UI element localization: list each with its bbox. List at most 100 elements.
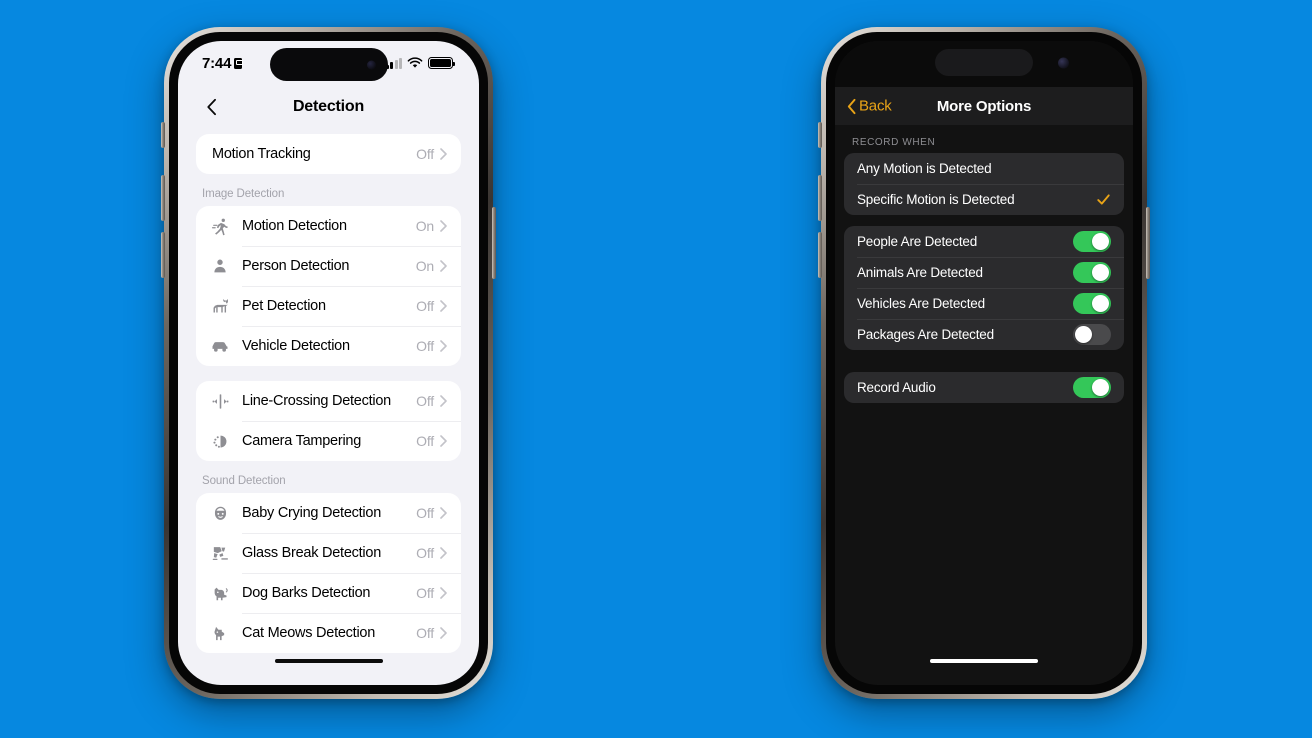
row-person-detection[interactable]: Person Detection On [196, 246, 461, 286]
volume-down-button[interactable] [818, 232, 822, 278]
row-label: Pet Detection [242, 298, 326, 314]
row-value: Off [416, 433, 434, 449]
status-bar-time-group: 7:44 [202, 54, 243, 72]
toggle-row-people[interactable]: People Are Detected [844, 226, 1124, 257]
option-specific-motion[interactable]: Specific Motion is Detected [844, 184, 1124, 215]
detection-toggles-card: People Are Detected Animals Are Detected… [844, 226, 1124, 350]
toggle-label: Record Audio [857, 380, 936, 395]
row-line-crossing-detection[interactable]: Line-Crossing Detection Off [196, 381, 461, 421]
chevron-right-icon [440, 627, 447, 639]
row-label: Vehicle Detection [242, 338, 350, 354]
silent-switch[interactable] [818, 122, 822, 148]
row-label: Camera Tampering [242, 433, 362, 449]
chevron-right-icon [440, 300, 447, 312]
power-button[interactable] [1146, 207, 1150, 279]
volume-up-button[interactable] [161, 175, 165, 221]
row-value: Off [416, 625, 434, 641]
toggle-label: Animals Are Detected [857, 265, 983, 280]
back-button[interactable]: Back [847, 98, 892, 115]
home-indicator-area [835, 659, 1133, 685]
settings-list: Motion Tracking Off Image Detection Moti… [178, 129, 479, 659]
row-glass-break-detection[interactable]: Glass Break Detection Off [196, 533, 461, 573]
home-indicator[interactable] [274, 659, 383, 663]
chevron-left-icon [847, 98, 856, 114]
silent-switch[interactable] [161, 122, 165, 148]
options-list: RECORD WHEN Any Motion is Detected Speci… [835, 125, 1133, 659]
phone-right: Back More Options RECORD WHEN Any Motion… [818, 27, 1150, 699]
toggle-row-animals[interactable]: Animals Are Detected [844, 257, 1124, 288]
option-label: Any Motion is Detected [857, 161, 992, 176]
checkmark-icon [1097, 194, 1110, 205]
settings-card-advanced-detection: Line-Crossing Detection Off Camera Tampe… [196, 381, 461, 461]
settings-card-sound-detection: Baby Crying Detection Off Glass Break De… [196, 493, 461, 653]
running-person-icon [209, 215, 231, 237]
row-camera-tampering[interactable]: Camera Tampering Off [196, 421, 461, 461]
cellular-signal-icon [385, 57, 402, 69]
chevron-right-icon [440, 220, 447, 232]
row-cat-meows-detection[interactable]: Cat Meows Detection Off [196, 613, 461, 653]
lock-portrait-icon [234, 57, 243, 69]
status-bar-time: 7:44 [202, 54, 232, 72]
row-label: Dog Barks Detection [242, 585, 371, 601]
row-dog-barks-detection[interactable]: Dog Barks Detection Off [196, 573, 461, 613]
toggle-row-vehicles[interactable]: Vehicles Are Detected [844, 288, 1124, 319]
volume-down-button[interactable] [161, 232, 165, 278]
option-any-motion[interactable]: Any Motion is Detected [844, 153, 1124, 184]
cat-meowing-icon [209, 622, 231, 644]
record-audio-toggle[interactable] [1073, 377, 1111, 398]
row-motion-tracking[interactable]: Motion Tracking Off [196, 134, 461, 174]
row-label: Motion Detection [242, 218, 347, 234]
toggle-row-packages[interactable]: Packages Are Detected [844, 319, 1124, 350]
row-value: Off [416, 585, 434, 601]
phone-left: 7:44 Detection Motion Tracking Off Image… [161, 27, 496, 699]
section-header-image-detection: Image Detection [202, 188, 285, 200]
record-when-card: Any Motion is Detected Specific Motion i… [844, 153, 1124, 215]
dog-icon [209, 295, 231, 317]
chevron-right-icon [440, 587, 447, 599]
row-label: Glass Break Detection [242, 545, 382, 561]
row-label: Person Detection [242, 258, 350, 274]
chevron-right-icon [440, 340, 447, 352]
status-bar-dark [835, 41, 1133, 87]
status-bar: 7:44 [178, 41, 479, 85]
page-title: Detection [292, 98, 365, 115]
people-detected-toggle[interactable] [1073, 231, 1111, 252]
battery-full-icon [428, 57, 456, 69]
row-pet-detection[interactable]: Pet Detection Off [196, 286, 461, 326]
row-value: On [415, 258, 434, 274]
animals-detected-toggle[interactable] [1073, 262, 1111, 283]
chevron-right-icon [440, 507, 447, 519]
row-motion-detection[interactable]: Motion Detection On [196, 206, 461, 246]
power-button[interactable] [492, 207, 496, 279]
row-value: Off [416, 146, 434, 162]
baby-face-icon [209, 502, 231, 524]
row-label: Cat Meows Detection [242, 625, 376, 641]
wifi-icon [407, 57, 423, 68]
more-options-screen: Back More Options RECORD WHEN Any Motion… [835, 41, 1133, 685]
row-value: Off [416, 545, 434, 561]
status-bar-indicators [385, 57, 456, 69]
settings-card-motion-tracking: Motion Tracking Off [196, 134, 461, 174]
volume-up-button[interactable] [818, 175, 822, 221]
chevron-left-icon[interactable] [200, 93, 222, 121]
glass-break-icon [209, 542, 231, 564]
row-label: Line-Crossing Detection [242, 393, 391, 409]
row-vehicle-detection[interactable]: Vehicle Detection Off [196, 326, 461, 366]
row-value: Off [416, 298, 434, 314]
back-label: Back [859, 97, 892, 115]
navigation-bar: Detection [178, 85, 479, 129]
chevron-right-icon [440, 260, 447, 272]
vehicles-detected-toggle[interactable] [1073, 293, 1111, 314]
dynamic-island [269, 48, 388, 81]
row-label: Motion Tracking [212, 146, 311, 162]
toggle-row-record-audio[interactable]: Record Audio [844, 372, 1124, 403]
home-indicator[interactable] [930, 659, 1038, 663]
row-value: On [415, 218, 434, 234]
phone-right-bezel: Back More Options RECORD WHEN Any Motion… [826, 32, 1142, 694]
packages-detected-toggle[interactable] [1073, 324, 1111, 345]
detection-screen: 7:44 Detection Motion Tracking Off Image… [178, 41, 479, 685]
row-value: Off [416, 505, 434, 521]
row-baby-crying-detection[interactable]: Baby Crying Detection Off [196, 493, 461, 533]
chevron-right-icon [440, 395, 447, 407]
row-value: Off [416, 338, 434, 354]
